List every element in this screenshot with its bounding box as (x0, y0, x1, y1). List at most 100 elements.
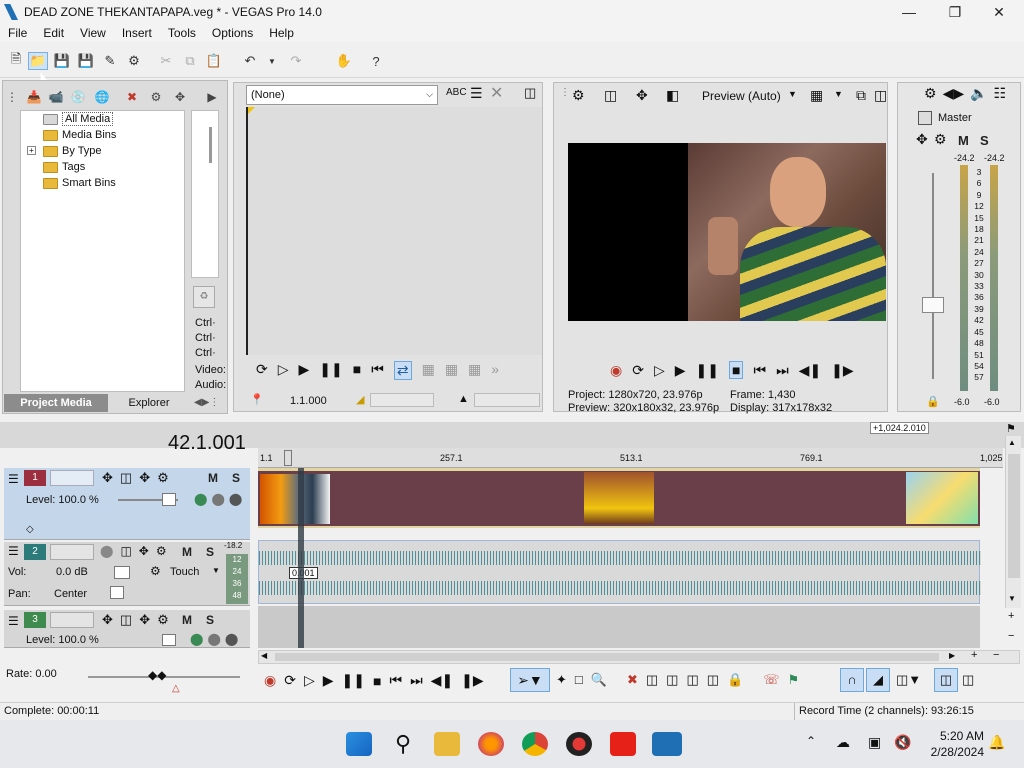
keyframe-icon[interactable]: ◇ (26, 524, 34, 535)
normal-edit-tool-icon[interactable]: ➢▼ (510, 668, 550, 692)
composite-mode-icon[interactable]: ⬤ (194, 492, 207, 506)
track-motion-icon[interactable]: ✥ (102, 470, 113, 486)
smart-zoom-icon[interactable]: ♻ (193, 286, 215, 308)
zoom-in-icon[interactable]: + (971, 649, 977, 661)
trim-end-field[interactable] (474, 393, 540, 407)
menu-insert[interactable]: Insert (114, 24, 160, 42)
composite-icon[interactable]: ◫ (120, 612, 132, 628)
close-button[interactable]: ✕ (976, 0, 1022, 24)
track-header-1[interactable]: ☰ 1 ✥ ◫ ✥ ⚙ M S Level: 100.0 % ⬤ ⬤ ⬤ ◇ (4, 468, 250, 540)
zoom-out-icon[interactable]: − (1008, 630, 1014, 642)
delete-icon[interactable]: ✖ (627, 672, 638, 688)
capture-icon[interactable]: 📹 (47, 89, 65, 105)
record-icon[interactable]: ◉ (264, 672, 276, 689)
volume-muted-icon[interactable]: 🔇 (894, 734, 911, 751)
vegas-taskbar-icon[interactable] (652, 732, 682, 756)
scroll-thumb[interactable] (209, 127, 212, 163)
next-frame-icon[interactable]: ❚▶ (831, 362, 854, 379)
go-to-start-icon[interactable]: ⏮ (371, 361, 384, 380)
scroll-down-icon[interactable]: ▼ (1008, 594, 1016, 603)
hand-tool-icon[interactable]: ✋ (334, 52, 354, 70)
firefox-icon[interactable] (478, 732, 504, 756)
remove-media-icon[interactable]: ✖ (123, 89, 141, 105)
open-folder-icon[interactable]: 📁 (28, 52, 48, 70)
overlays-dropdown-icon[interactable]: ▼ (834, 89, 843, 99)
mixer-properties-icon[interactable]: ⚙ (924, 85, 937, 102)
level-slider-handle[interactable] (162, 493, 176, 506)
track-motion-icon[interactable]: ✥ (102, 612, 113, 628)
trim-pin-icon[interactable]: 📍 (250, 393, 264, 406)
master-fader-handle[interactable] (922, 297, 944, 313)
edit-list-icon[interactable]: ☰ (470, 85, 483, 102)
new-file-icon[interactable]: 🗎 (6, 51, 26, 70)
get-media-icon[interactable]: 💿 (69, 89, 87, 105)
ripple-edit-icon[interactable]: ◫▼ (896, 672, 921, 688)
scroll-thumb[interactable] (275, 653, 939, 661)
undo-dropdown-icon[interactable]: ▼ (262, 52, 282, 70)
playhead-handle[interactable] (284, 450, 292, 466)
stop-icon[interactable]: ■ (353, 361, 361, 380)
tree-item-by-type[interactable]: By Type (43, 143, 102, 159)
more-icon[interactable]: » (491, 361, 499, 380)
network-icon[interactable]: ▣ (868, 734, 881, 751)
notifications-icon[interactable]: 🔔 (988, 734, 1005, 751)
move-icon[interactable]: ✥ (171, 89, 189, 105)
video-fx-icon[interactable]: ◧ (666, 87, 679, 104)
trimmer-media-dropdown[interactable]: (None) ⌵ (246, 85, 438, 105)
go-to-start-icon[interactable]: ⏮ (389, 672, 402, 689)
child-icon[interactable]: ⬤ (229, 492, 242, 506)
menu-file[interactable]: File (0, 24, 35, 42)
volume-slider-handle[interactable] (114, 566, 130, 579)
scroll-right-icon[interactable]: ▶ (949, 651, 955, 660)
lock-icon[interactable]: 🔒 (926, 395, 940, 408)
copy-icon[interactable]: ⧉ (180, 52, 200, 70)
play-from-start-icon[interactable]: ▷ (278, 361, 289, 380)
scroll-left-icon[interactable]: ◀ (261, 651, 267, 660)
composite-icon[interactable]: ◫ (120, 470, 132, 486)
play-from-start-icon[interactable]: ▷ (654, 362, 665, 379)
trimmer-canvas[interactable] (246, 107, 542, 355)
obs-record-icon[interactable] (566, 732, 592, 756)
tree-item-smart-bins[interactable]: Smart Bins (43, 175, 116, 191)
split-screen-icon[interactable]: ✥ (636, 87, 648, 104)
menu-options[interactable]: Options (204, 24, 261, 42)
import-media-icon[interactable]: 📥 (25, 89, 43, 105)
insert-marker-icon[interactable]: ☏ (763, 672, 779, 688)
spellcheck-icon[interactable]: ABC (446, 87, 467, 98)
downmix-icon[interactable]: ◀▶ (943, 85, 965, 102)
arm-record-icon[interactable]: ⬤ (100, 544, 113, 558)
trim-out-icon[interactable]: ▲ (458, 393, 469, 405)
external-monitor-icon[interactable]: ◫ (604, 87, 617, 104)
pause-icon[interactable]: ❚❚ (696, 362, 719, 379)
loop-icon[interactable]: ⟳ (256, 361, 268, 380)
trim-end-icon[interactable]: ◫ (686, 672, 698, 688)
undo-icon[interactable]: ↶ (240, 52, 260, 70)
chevron-down-icon[interactable]: ▼ (212, 566, 220, 575)
track-gear-icon[interactable]: ⚙ (156, 544, 167, 558)
overwrite-icon[interactable]: ▦ (445, 361, 458, 380)
pan-slider-handle[interactable] (110, 586, 124, 599)
master-fx-gear-icon[interactable]: ⚙ (934, 131, 947, 148)
render-icon[interactable]: ✎ (100, 52, 120, 70)
show-hidden-icons-icon[interactable]: ⌃ (806, 734, 816, 748)
next-frame-icon[interactable]: ❚▶ (461, 672, 484, 689)
master-solo-button[interactable]: S (980, 133, 989, 148)
master-fx-icon[interactable]: ✥ (916, 131, 928, 148)
ignore-grouping-icon[interactable]: ◫ (962, 672, 974, 688)
menu-help[interactable]: Help (261, 24, 302, 42)
track-fx-icon[interactable]: ✥ (139, 612, 150, 628)
track-header-2[interactable]: ☰ 2 ⬤ ◫ ✥ ⚙ M S Vol: 0.0 dB ⚙ Touch ▼ Pa… (4, 541, 250, 606)
audio-track-lane[interactable]: 0.001 (258, 540, 981, 604)
selection-tool-icon[interactable]: □ (575, 672, 583, 688)
play-icon[interactable]: ▶ (299, 361, 310, 380)
track-name-field[interactable] (50, 544, 94, 560)
mute-button[interactable]: M (182, 545, 192, 559)
parent-icon[interactable]: ⬤ (211, 492, 224, 506)
scroll-thumb[interactable] (1008, 454, 1020, 578)
master-bus-icon[interactable] (918, 111, 932, 125)
overlays-icon[interactable]: ▦ (810, 87, 823, 104)
envelope-tool-icon[interactable]: ✦ (556, 672, 567, 688)
whats-this-help-icon[interactable]: ? (366, 52, 386, 70)
video-track-3-lane[interactable] (258, 606, 980, 648)
zoom-in-icon[interactable]: + (1008, 610, 1014, 622)
